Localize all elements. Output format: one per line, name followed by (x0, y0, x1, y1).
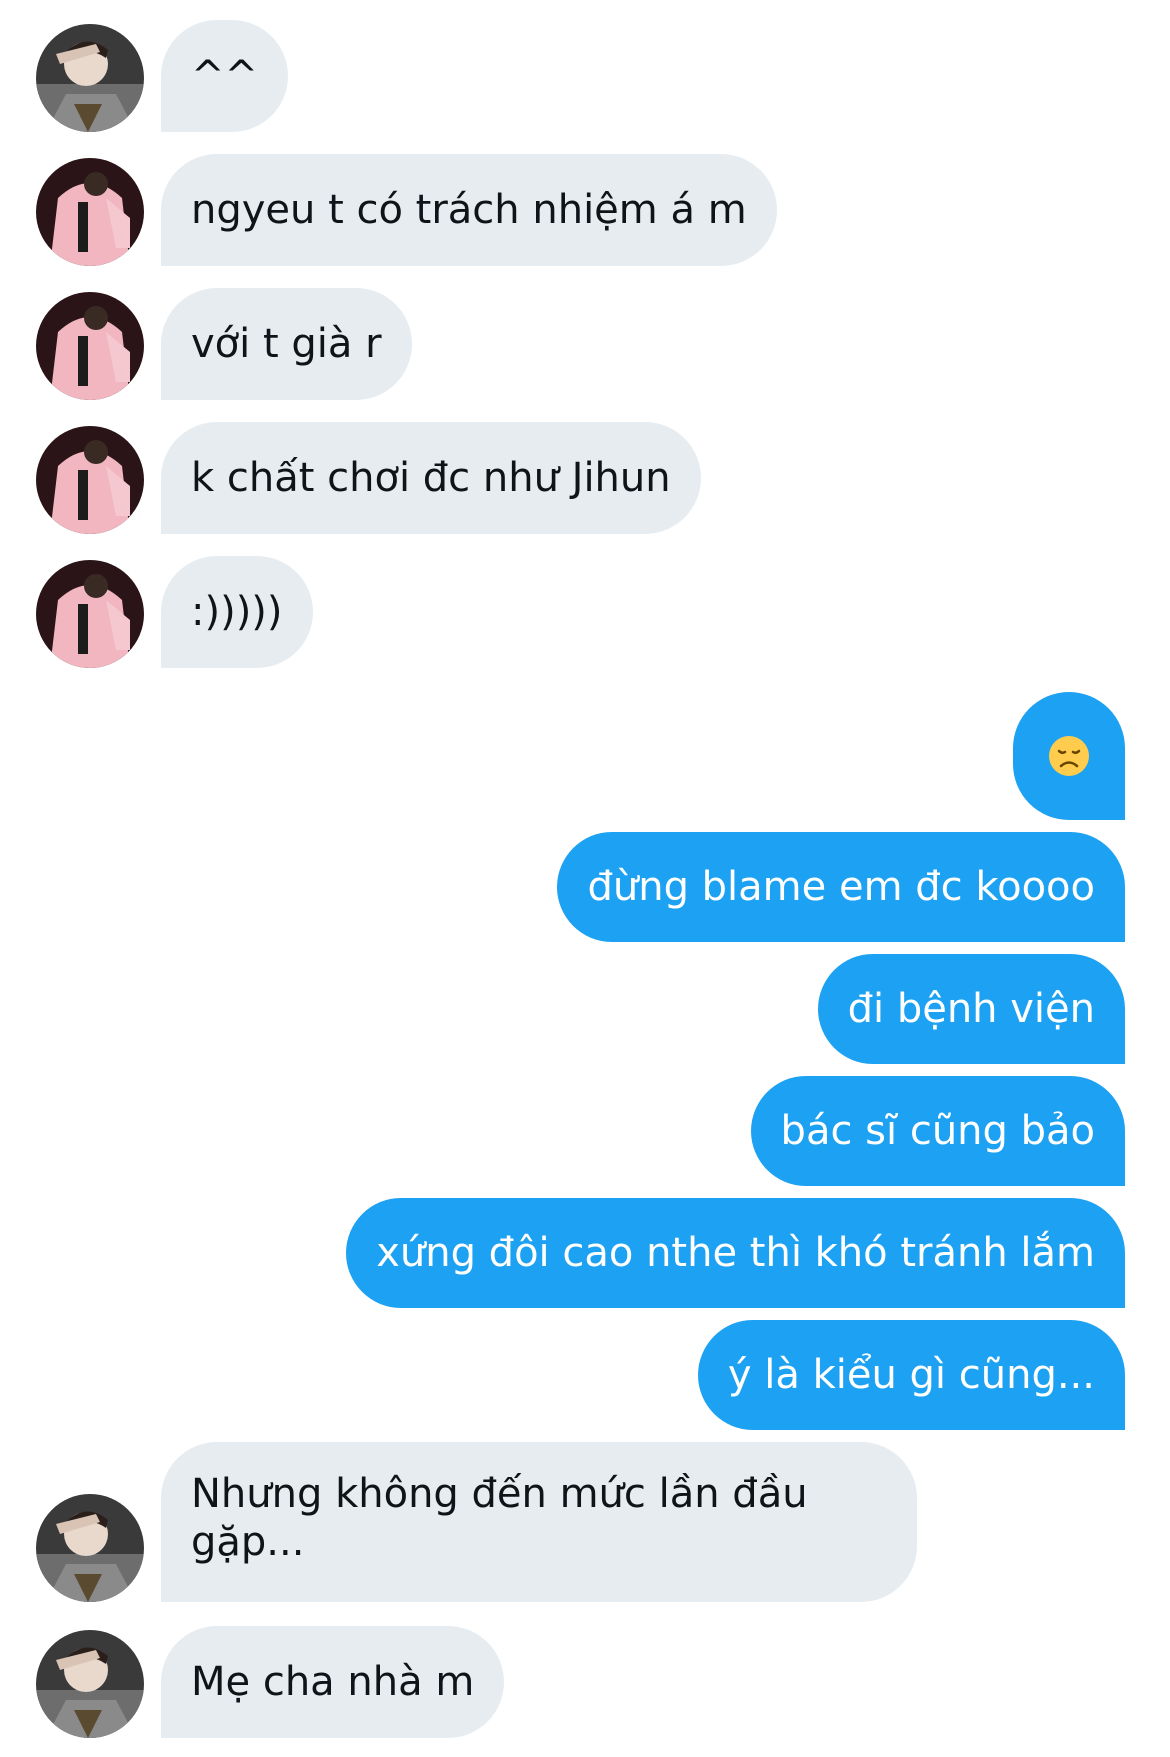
avatar-gray-jacket-image (36, 24, 144, 132)
avatar-gray-jacket-image (36, 1494, 144, 1602)
message-text: k chất chơi đc như Jihun (191, 455, 671, 501)
avatar[interactable] (36, 1630, 144, 1738)
message-text: ^^ (191, 53, 259, 99)
message-bubble[interactable]: với t già r (161, 288, 412, 400)
message-text: Nhưng không đến mức lần đầu gặp... (191, 1471, 808, 1565)
disappointed-face-emoji-icon (1049, 736, 1089, 776)
message-bubble[interactable]: ^^ (161, 20, 289, 132)
avatar-pink-jacket-image (36, 158, 144, 266)
avatar[interactable] (36, 292, 144, 400)
message-bubble[interactable]: ý là kiểu gì cũng... (697, 1320, 1125, 1430)
message-bubble[interactable] (1013, 692, 1125, 820)
message-bubble[interactable]: xứng đôi cao nthe thì khó tránh lắm (346, 1198, 1125, 1308)
avatar[interactable] (36, 426, 144, 534)
avatar-pink-jacket-image (36, 426, 144, 534)
message-bubble[interactable]: k chất chơi đc như Jihun (161, 422, 701, 534)
message-bubble[interactable]: bác sĩ cũng bảo (750, 1076, 1125, 1186)
message-text: ý là kiểu gì cũng... (727, 1352, 1095, 1398)
message-bubble[interactable]: ngyeu t có trách nhiệm á m (161, 154, 777, 266)
avatar[interactable] (36, 24, 144, 132)
message-text: xứng đôi cao nthe thì khó tránh lắm (376, 1230, 1095, 1276)
avatar[interactable] (36, 560, 144, 668)
message-text: Mẹ cha nhà m (191, 1659, 475, 1705)
message-bubble[interactable]: đi bệnh viện (817, 954, 1125, 1064)
message-bubble[interactable]: Nhưng không đến mức lần đầu gặp... (161, 1442, 917, 1602)
avatar[interactable] (36, 1494, 144, 1602)
avatar-pink-jacket-image (36, 292, 144, 400)
message-text: đừng blame em đc koooo (587, 864, 1095, 910)
message-text: với t già r (191, 321, 382, 367)
message-bubble[interactable]: :))))) (161, 556, 313, 668)
message-bubble[interactable]: Mẹ cha nhà m (161, 1626, 505, 1738)
message-bubble[interactable]: đừng blame em đc koooo (557, 832, 1125, 942)
message-text: ngyeu t có trách nhiệm á m (191, 187, 747, 233)
avatar-pink-jacket-image (36, 560, 144, 668)
message-text: :))))) (191, 589, 283, 635)
avatar[interactable] (36, 158, 144, 266)
avatar-gray-jacket-image (36, 1630, 144, 1738)
message-text: bác sĩ cũng bảo (780, 1108, 1095, 1154)
message-text: đi bệnh viện (847, 986, 1095, 1032)
